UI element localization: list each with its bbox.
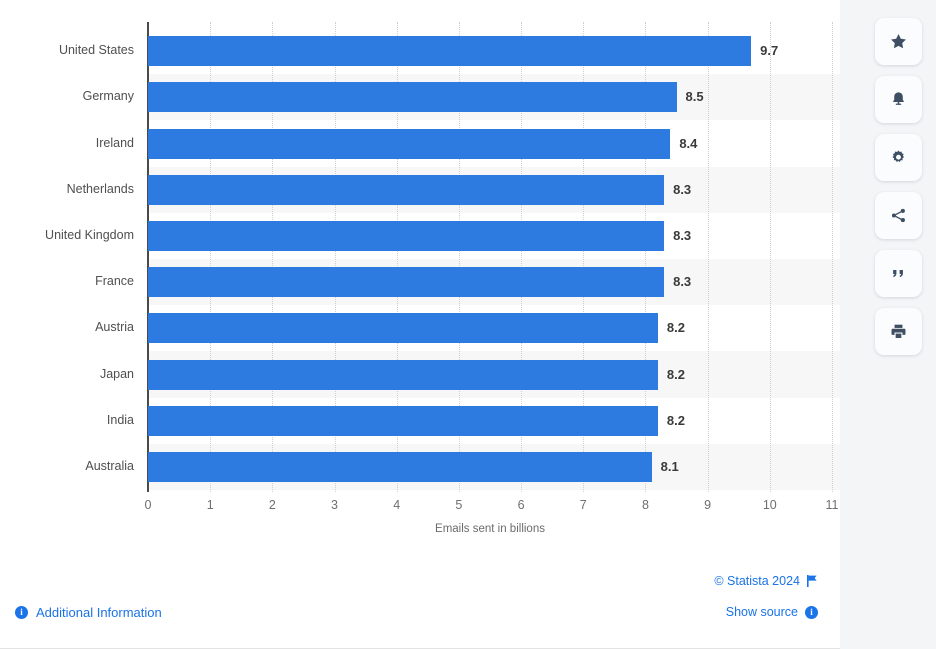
x-tick-label: 8 <box>641 498 649 512</box>
additional-information-link[interactable]: i Additional Information <box>15 605 162 620</box>
info-icon: i <box>15 606 28 619</box>
gear-icon <box>889 148 908 167</box>
bar-value-label: 8.2 <box>666 412 685 428</box>
printer-icon <box>889 322 908 341</box>
x-tick-label: 1 <box>206 498 214 512</box>
bar[interactable] <box>148 451 652 482</box>
bar-value-label: 8.1 <box>660 458 679 474</box>
category-label: Netherlands <box>66 181 134 196</box>
bar[interactable] <box>148 267 665 298</box>
x-tick-label: 3 <box>331 498 339 512</box>
statista-chart-page: 9.7 8.5 8.4 8.3 8.3 8.3 8.2 8.2 8.2 8.1 United St… <box>0 0 936 649</box>
info-icon: i <box>805 605 818 619</box>
category-label: Australia <box>85 458 134 473</box>
category-label: Germany <box>82 89 134 104</box>
category-label: United Kingdom <box>45 227 134 242</box>
x-tick-label: 2 <box>268 498 276 512</box>
favorite-button[interactable] <box>875 18 922 65</box>
category-label: France <box>95 274 134 289</box>
quote-icon <box>889 264 908 283</box>
x-tick-label: 9 <box>704 498 712 512</box>
settings-button[interactable] <box>875 134 922 181</box>
x-tick-label: 0 <box>144 498 152 512</box>
bar-value-label: 8.3 <box>673 181 692 197</box>
x-tick-label: 10 <box>762 498 777 512</box>
cite-button[interactable] <box>875 250 922 297</box>
category-label: Ireland <box>95 135 134 150</box>
bar[interactable] <box>148 220 665 251</box>
bar-value-label: 8.4 <box>679 135 698 151</box>
bar-value-label: 8.5 <box>685 89 704 105</box>
bell-icon <box>889 90 908 109</box>
chart-container: 9.7 8.5 8.4 8.3 8.3 8.3 8.2 8.2 8.2 8.1 United St… <box>0 0 845 560</box>
x-tick-label: 6 <box>517 498 525 512</box>
x-tick-label: 5 <box>455 498 463 512</box>
x-tick-label: 7 <box>579 498 587 512</box>
bar-value-label: 8.3 <box>673 274 692 290</box>
bar[interactable] <box>148 359 658 390</box>
chart-action-toolbar <box>875 18 922 355</box>
x-tick-label: 11 <box>825 498 839 512</box>
category-label: India <box>106 412 134 427</box>
star-icon <box>889 32 908 51</box>
bar[interactable] <box>148 405 658 436</box>
bar[interactable] <box>148 82 677 113</box>
bar[interactable] <box>148 174 665 205</box>
copyright-text: © Statista 2024 <box>714 574 800 588</box>
x-tick-label: 4 <box>393 498 401 512</box>
alert-button[interactable] <box>875 76 922 123</box>
share-icon <box>889 206 908 225</box>
x-axis-title: Emails sent in billions <box>435 523 545 535</box>
show-source-link[interactable]: Show source i <box>726 605 818 619</box>
x-axis-ticks: 0 1 2 3 4 5 6 7 8 9 10 11 <box>0 498 845 518</box>
bar-value-label: 8.2 <box>666 320 685 336</box>
bar[interactable] <box>148 128 671 159</box>
flag-icon[interactable] <box>807 575 818 587</box>
category-label: United States <box>58 43 134 58</box>
side-rail <box>840 0 936 649</box>
category-label: Austria <box>95 320 134 335</box>
category-axis-labels: United States Germany Ireland Netherlands Un… <box>0 28 134 490</box>
copyright-notice: © Statista 2024 <box>714 574 818 588</box>
share-button[interactable] <box>875 192 922 239</box>
category-label: Japan <box>99 366 134 381</box>
bar[interactable] <box>148 36 752 67</box>
additional-information-label: Additional Information <box>36 605 162 620</box>
chart-footer: © Statista 2024 Show source i i Addition… <box>0 560 845 649</box>
show-source-label: Show source <box>725 605 798 619</box>
print-button[interactable] <box>875 308 922 355</box>
bar-series: 9.7 8.5 8.4 8.3 8.3 8.3 8.2 8.2 8.2 8.1 <box>148 28 840 490</box>
bar[interactable] <box>148 313 658 344</box>
bar-value-label: 9.7 <box>760 43 779 59</box>
bar-value-label: 8.2 <box>666 366 685 382</box>
bar-value-label: 8.3 <box>673 227 692 243</box>
